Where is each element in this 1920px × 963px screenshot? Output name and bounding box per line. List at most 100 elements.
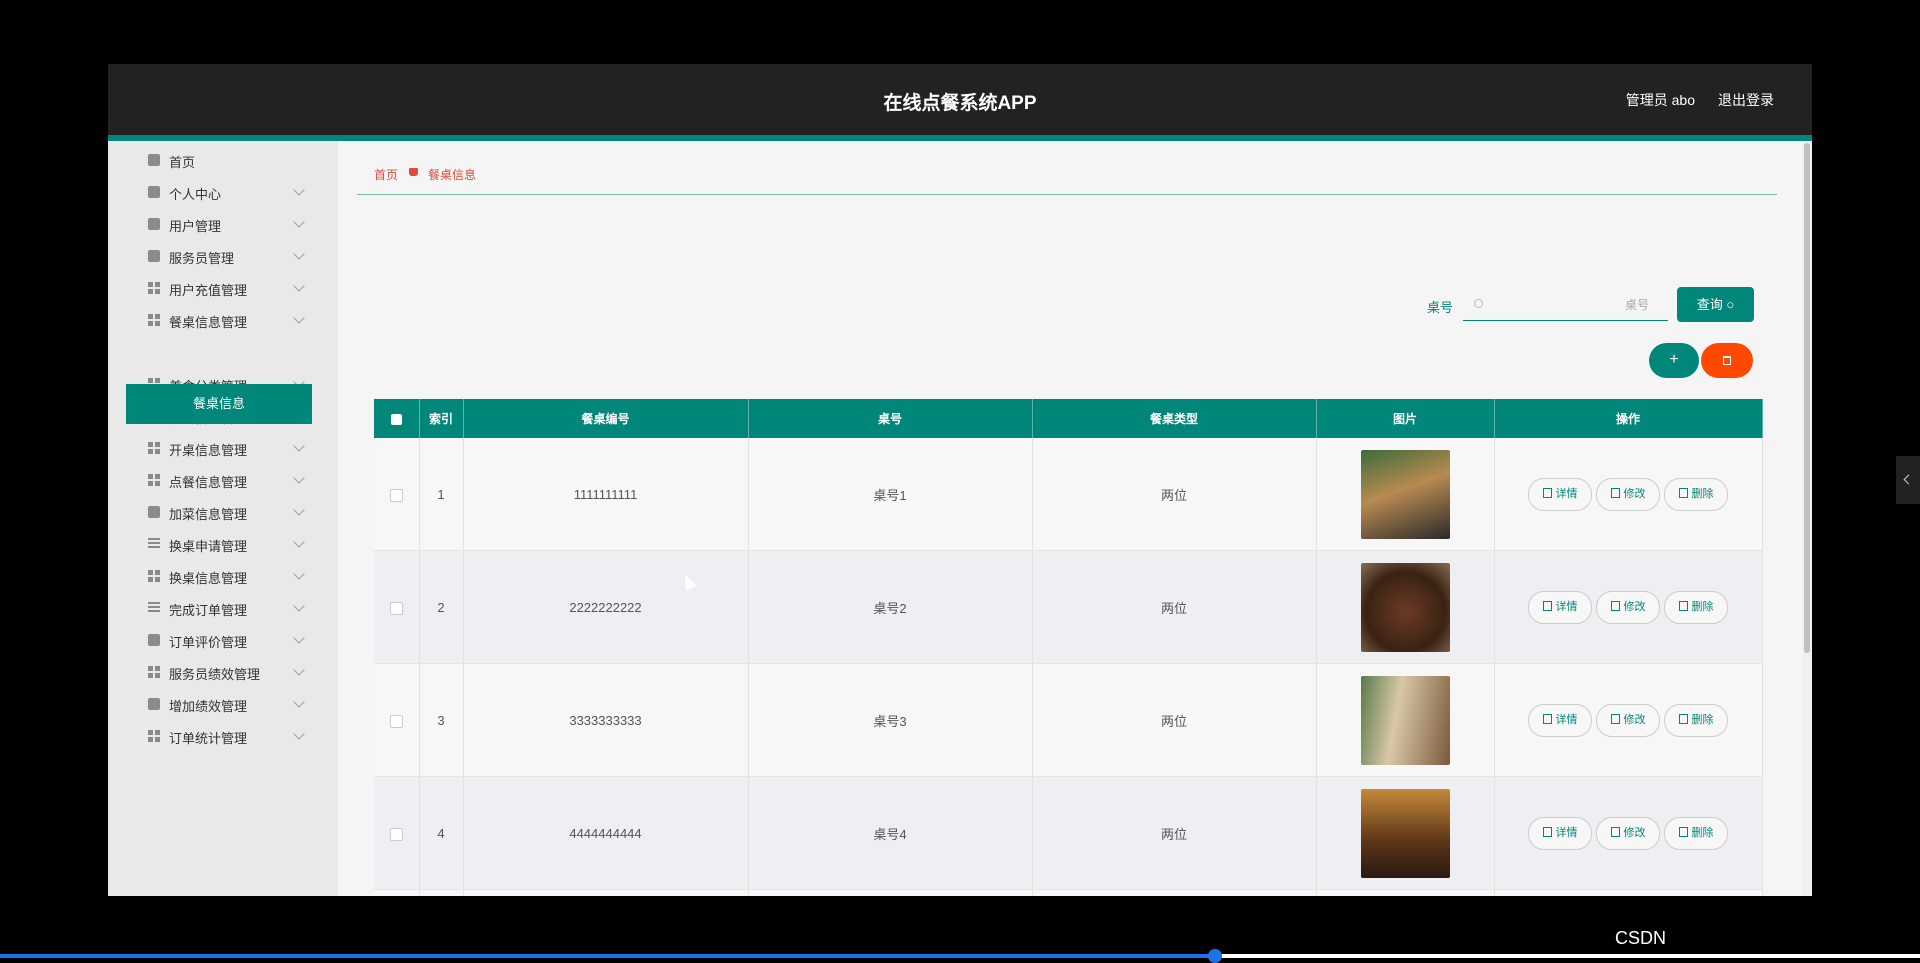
stack-icon (148, 538, 160, 550)
page-scrollbar[interactable] (1802, 141, 1812, 896)
edit-button[interactable]: 修改 (1596, 590, 1660, 624)
add-button[interactable]: + (1649, 343, 1699, 378)
table-row: 1 1111111111 桌号1 两位 详情 修改 删除 (374, 438, 1763, 551)
logout-link[interactable]: 退出登录 (1718, 90, 1774, 110)
cell-image (1316, 776, 1495, 890)
sidebar-item-label: 换桌申请管理 (169, 539, 248, 554)
edit-label: 修改 (1623, 826, 1646, 839)
row-select-cell[interactable] (374, 663, 420, 777)
detail-button[interactable]: 详情 (1528, 477, 1592, 511)
detail-label: 详情 (1555, 826, 1578, 839)
chevron-down-icon (293, 504, 305, 516)
cell-code: 5555555555 (463, 889, 749, 896)
cell-actions: 详情 修改 删除 (1494, 776, 1763, 890)
delete-button[interactable]: 删除 (1664, 477, 1728, 511)
sidebar-subitem-label: 餐桌信息 (192, 396, 245, 411)
grid-icon (148, 282, 160, 294)
chevron-down-icon (293, 472, 305, 484)
cell-table-no: 桌号4 (748, 776, 1033, 890)
cell-index: 4 (419, 776, 464, 890)
scrollbar-thumb[interactable] (1804, 143, 1810, 653)
table-row: 3 3333333333 桌号3 两位 详情 修改 删除 (374, 663, 1763, 777)
chevron-down-icon (293, 728, 305, 740)
select-all-cell[interactable] (374, 399, 420, 438)
chevron-down-icon (293, 696, 305, 708)
cell-actions: 详情 修改 删除 (1494, 550, 1763, 664)
sliders-icon (148, 602, 160, 614)
row-select-cell[interactable] (374, 776, 420, 890)
delete-label: 删除 (1691, 487, 1714, 500)
sidebar-item-label: 订单统计管理 (169, 731, 248, 746)
grid-icon (148, 442, 160, 454)
edit-label: 修改 (1623, 713, 1646, 726)
sidebar-item-5[interactable]: 餐桌信息管理 (108, 301, 338, 340)
delete-button[interactable]: 删除 (1664, 816, 1728, 850)
row-select-cell[interactable] (374, 550, 420, 664)
chevron-down-icon (293, 184, 305, 196)
batch-delete-button[interactable] (1701, 343, 1753, 378)
cell-type: 两位 (1032, 663, 1317, 777)
row-checkbox[interactable] (389, 601, 403, 615)
chevron-left-icon (1903, 474, 1914, 485)
edit-button[interactable]: 修改 (1596, 816, 1660, 850)
collapse-panel-tab[interactable] (1896, 456, 1920, 504)
table-photo[interactable] (1360, 449, 1450, 539)
column-header-table-no: 桌号 (748, 399, 1033, 438)
row-select-cell[interactable] (374, 438, 420, 551)
table-photo[interactable] (1360, 562, 1450, 652)
cell-image (1316, 438, 1495, 551)
row-select-cell[interactable] (374, 889, 420, 896)
chevron-down-icon (293, 248, 305, 260)
clipboard-icon (148, 634, 160, 646)
trash-icon (1678, 600, 1688, 611)
detail-label: 详情 (1555, 713, 1578, 726)
detail-button[interactable]: 详情 (1528, 816, 1592, 850)
table-photo[interactable] (1360, 788, 1450, 878)
search-input[interactable] (1489, 293, 1651, 317)
search-icon (1474, 299, 1483, 308)
row-checkbox[interactable] (389, 488, 403, 502)
table-header-row: 索引 餐桌编号 桌号 餐桌类型 图片 操作 (374, 399, 1763, 438)
grid-icon (148, 314, 160, 326)
column-header-image: 图片 (1316, 399, 1495, 438)
main-content: 首页 餐桌信息 桌号 查询 ○ + 索引 餐桌编号 (357, 141, 1812, 896)
briefcase-icon (148, 250, 160, 262)
breadcrumb-home[interactable]: 首页 (374, 166, 398, 183)
edit-button[interactable]: 修改 (1596, 477, 1660, 511)
sidebar-subitem-table-info[interactable]: 餐桌信息 (126, 384, 312, 424)
user-icon (148, 186, 160, 198)
sidebar-item-label: 订单评价管理 (169, 635, 248, 650)
pencil-icon (1610, 600, 1620, 611)
video-progress-bar[interactable] (0, 949, 1920, 963)
sidebar-item-17[interactable]: 订单统计管理 (108, 717, 338, 756)
sidebar-item-label: 用户管理 (169, 219, 222, 234)
row-checkbox[interactable] (389, 714, 403, 728)
cell-table-no: 桌号3 (748, 663, 1033, 777)
column-header-index: 索引 (419, 399, 464, 438)
grid-icon (148, 666, 160, 678)
detail-button[interactable]: 详情 (1528, 590, 1592, 624)
chevron-down-icon (293, 440, 305, 452)
cell-index: 3 (419, 663, 464, 777)
table-photo[interactable] (1360, 675, 1450, 765)
delete-label: 删除 (1691, 600, 1714, 613)
grid-icon (148, 570, 160, 582)
app-title: 在线点餐系统APP (883, 93, 1037, 114)
video-progress-knob[interactable] (1208, 949, 1222, 963)
delete-button[interactable]: 删除 (1664, 703, 1728, 737)
search-icon: ○ (1726, 297, 1735, 312)
chevron-down-icon (293, 280, 305, 292)
table-data-grid: 索引 餐桌编号 桌号 餐桌类型 图片 操作 1 1111111111 桌号1 两位 详情… (374, 399, 1763, 896)
query-button[interactable]: 查询 ○ (1677, 287, 1754, 322)
doc-icon (1542, 713, 1552, 724)
sidebar-item-label: 餐桌信息管理 (169, 315, 248, 330)
select-all-checkbox[interactable] (390, 413, 402, 425)
sidebar-item-label: 增加绩效管理 (169, 699, 248, 714)
sidebar-item-label: 点餐信息管理 (169, 475, 248, 490)
detail-button[interactable]: 详情 (1528, 703, 1592, 737)
delete-button[interactable]: 删除 (1664, 590, 1728, 624)
row-checkbox[interactable] (389, 827, 403, 841)
chevron-down-icon (293, 664, 305, 676)
watermark: CSDN (1615, 928, 1667, 948)
edit-button[interactable]: 修改 (1596, 703, 1660, 737)
